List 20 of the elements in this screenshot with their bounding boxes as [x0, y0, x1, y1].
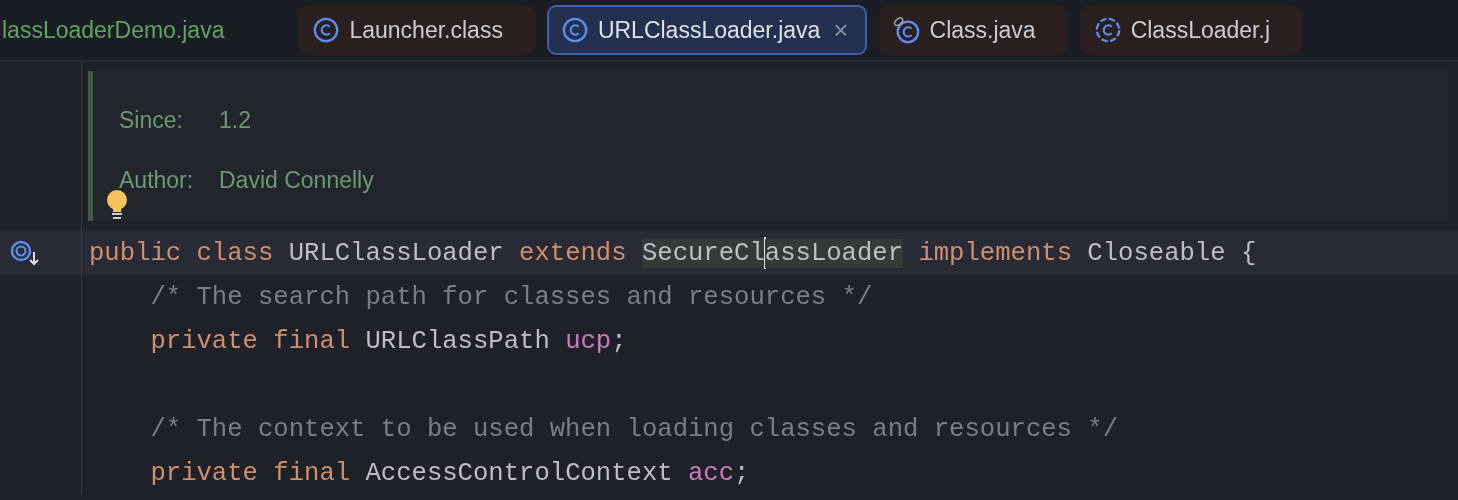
abstract-class-icon	[1093, 16, 1122, 44]
editor-tab[interactable]: URLClassLoader.java ×	[546, 5, 867, 55]
lightbulb-icon[interactable]	[105, 189, 129, 221]
code-line: public class URLClassLoader extends SecureClassLoader implements Closeable {	[89, 237, 1257, 269]
class-icon	[892, 16, 921, 44]
code-line: /* The search path for classes and resources */	[149, 282, 873, 312]
doc-label: Since:	[119, 107, 184, 135]
doc-label: Author:	[119, 167, 195, 195]
editor-tab[interactable]: lassLoaderDemo.java	[0, 5, 243, 55]
editor-tab[interactable]: ClassLoader.j	[1079, 5, 1302, 55]
code-line: private final URLClassPath ucp;	[149, 326, 627, 356]
doc-value: 1.2	[219, 107, 251, 135]
code-line: /* The context to be used when loading classes and resources */	[149, 414, 1119, 444]
class-icon	[560, 16, 589, 44]
editor-tab[interactable]: Class.java	[878, 5, 1068, 55]
close-icon[interactable]: ×	[833, 14, 849, 46]
code-line: private final AccessControlContext acc;	[149, 458, 750, 488]
editor-tab[interactable]: Launcher.class	[298, 5, 535, 55]
doc-value: David Connelly	[219, 167, 374, 195]
class-icon	[312, 16, 341, 44]
